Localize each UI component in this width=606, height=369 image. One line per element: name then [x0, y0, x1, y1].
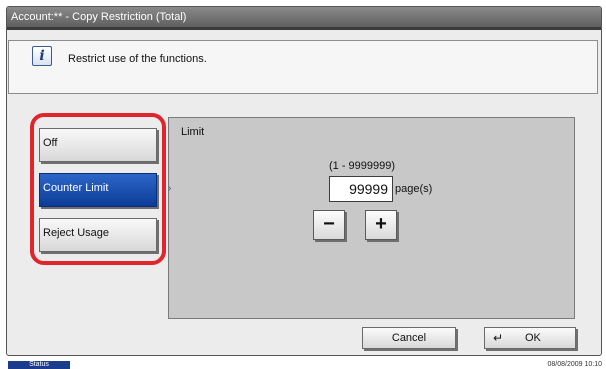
increment-button[interactable]: +	[365, 210, 397, 240]
option-reject-usage-button[interactable]: Reject Usage	[39, 218, 157, 252]
message-box	[8, 40, 598, 94]
ok-label: OK	[525, 332, 541, 344]
message-text: Restrict use of the functions.	[68, 53, 207, 65]
option-counter-limit-label: Counter Limit	[43, 182, 109, 194]
status-bar	[0, 361, 606, 369]
info-icon: i	[32, 46, 52, 66]
option-counter-limit-button[interactable]: Counter Limit	[39, 173, 157, 207]
status-button[interactable]: Status	[8, 361, 70, 369]
status-datetime: 08/08/2009 10:10	[547, 361, 603, 368]
option-off-label: Off	[43, 137, 58, 149]
plus-icon: +	[375, 213, 387, 235]
title-underline	[7, 27, 601, 30]
limit-unit-label: page(s)	[395, 183, 433, 195]
limit-value-field[interactable]: 99999	[329, 176, 393, 202]
decrement-button[interactable]: −	[313, 210, 345, 240]
limit-panel: Limit (1 - 9999999) 99999 page(s) − +	[168, 117, 575, 319]
cancel-button[interactable]: Cancel	[362, 327, 456, 349]
limit-panel-title: Limit	[181, 126, 205, 138]
ok-button[interactable]: ↵ OK	[484, 327, 576, 349]
window-title: Account:** - Copy Restriction (Total)	[7, 7, 601, 27]
option-reject-usage-label: Reject Usage	[43, 227, 110, 239]
minus-icon: −	[323, 213, 335, 235]
enter-icon: ↵	[493, 331, 504, 345]
option-off-button[interactable]: Off	[39, 128, 157, 162]
limit-range-text: (1 - 9999999)	[329, 160, 396, 172]
selection-arrow-icon: ›	[168, 183, 172, 194]
